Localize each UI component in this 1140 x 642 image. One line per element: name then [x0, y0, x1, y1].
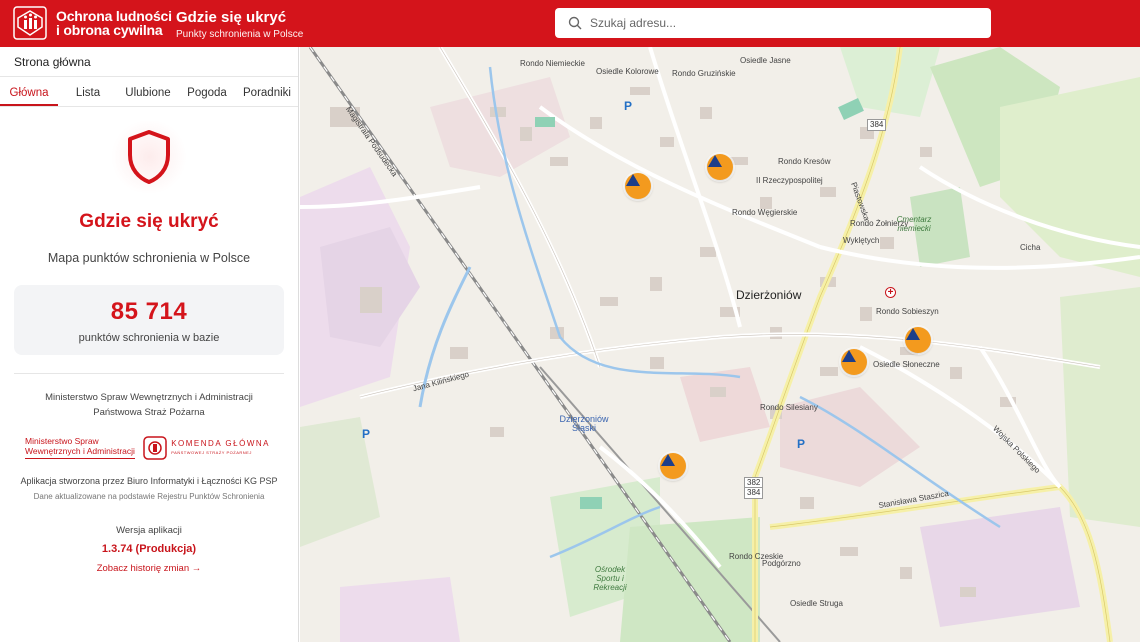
shelter-count-label: punktów schronienia w bazie: [78, 332, 220, 344]
version-label: Wersja aplikacji: [116, 525, 182, 536]
tab-ulubione[interactable]: Ulubione: [118, 77, 178, 106]
map-label: Rondo Gruzińskie: [672, 69, 736, 78]
divider: [14, 373, 284, 374]
station-label: Dzierżoniów Śląski: [559, 414, 609, 433]
hero-title: Gdzie się ukryć: [79, 211, 219, 232]
app-title-text: Gdzie się ukryć: [176, 9, 287, 26]
mswia-logo[interactable]: Ministerstwo Spraw Wewnętrznych i Admini…: [25, 436, 135, 459]
mswia-logo-line-2: Wewnętrznych i Administracji: [25, 445, 135, 456]
data-note: Dane aktualizowane na podstawie Rejestru…: [33, 492, 265, 501]
change-history-link[interactable]: Zobacz historię zmian →: [0, 563, 298, 574]
map-label: Wyklętych: [843, 236, 880, 245]
search-box: [555, 8, 991, 38]
map-label: Osiedle Kolorowe: [596, 67, 659, 76]
parking-icon: P: [362, 427, 371, 441]
hero-section: Gdzie się ukryć Mapa punktów schronienia…: [0, 121, 298, 265]
city-label: Dzierżoniów: [736, 288, 802, 302]
map-label: Ośrodek Sportu i Rekreacji: [593, 565, 627, 592]
app-subtitle-text: Punkty schronienia w Polsce: [176, 29, 304, 40]
shelter-marker[interactable]: [625, 173, 651, 199]
shelter-map[interactable]: Rondo Niemieckie Osiedle Kolorowe Rondo …: [300, 47, 1140, 642]
tab-glowna[interactable]: Główna: [0, 77, 58, 106]
brand-name[interactable]: Ochrona ludności i obrona cywilna: [56, 9, 172, 37]
kg-psp-emblem-icon: [143, 436, 167, 460]
map-label: Cmentarz niemiecki: [896, 215, 932, 233]
map-label: II Rzeczypospolitej: [756, 176, 823, 185]
tab-lista[interactable]: Lista: [58, 77, 118, 106]
map-label: Rondo Kresów: [778, 157, 831, 166]
app: Ochrona ludności i obrona cywilna Gdzie …: [0, 0, 1140, 642]
shelter-marker[interactable]: [905, 327, 931, 353]
shelter-marker[interactable]: [707, 154, 733, 180]
hero-subtitle: Mapa punktów schronienia w Polsce: [47, 251, 251, 265]
shelter-count-card: 85 714 punktów schronienia w bazie: [14, 285, 284, 355]
tab-pogoda[interactable]: Pogoda: [178, 77, 236, 106]
tab-bar: Główna Lista Ulubione Pogoda Poradniki: [0, 77, 298, 107]
map-label: Osiedle Słoneczne: [873, 360, 940, 369]
map-label: Rondo Silesiany: [760, 403, 818, 412]
map-label: Rondo Węgierskie: [732, 208, 798, 217]
brand-line-2: i obrona cywilna: [56, 22, 163, 38]
org-line-1: Ministerstwo Spraw Wewnętrznych i Admini…: [45, 392, 253, 403]
tab-poradniki[interactable]: Poradniki: [236, 77, 298, 106]
shelter-triangle-icon: [626, 174, 640, 186]
kg-logo-subtext: PAŃSTWOWEJ STRAŻY POŻARNEJ: [171, 450, 252, 455]
hospital-icon: +: [885, 287, 896, 298]
breadcrumb[interactable]: Strona główna: [0, 47, 298, 77]
shelter-triangle-icon: [906, 328, 920, 340]
shelter-marker[interactable]: [660, 453, 686, 479]
map-label: Podgórzno: [762, 559, 801, 568]
kg-psp-logo[interactable]: KOMENDA GŁÓWNA PAŃSTWOWEJ STRAŻY POŻARNE…: [143, 436, 270, 460]
road-number-sign: 384: [744, 487, 764, 499]
map-label: Osiedle Jasne: [740, 56, 791, 65]
app-title: Gdzie się ukryć Punkty schronienia w Pol…: [176, 9, 303, 42]
search-icon: [560, 8, 590, 38]
civil-defense-logo-icon[interactable]: [12, 5, 48, 41]
sidebar: Strona główna Główna Lista Ulubione Pogo…: [0, 47, 299, 642]
shield-icon: [109, 121, 189, 193]
shelter-triangle-icon: [842, 350, 856, 362]
version-value: 1.3.74 (Produkcja): [101, 543, 197, 555]
search-input[interactable]: [590, 16, 970, 30]
app-header: Ochrona ludności i obrona cywilna Gdzie …: [0, 0, 1140, 47]
map-tiles: [300, 47, 1140, 642]
map-label: Cicha: [1020, 243, 1041, 252]
shelter-triangle-icon: [708, 155, 722, 167]
map-label: Rondo Sobieszyn: [876, 307, 939, 316]
map-label: Osiedle Struga: [790, 599, 843, 608]
organization-info: Ministerstwo Spraw Wewnętrznych i Admini…: [0, 390, 298, 420]
credit-text: Aplikacja stworzona przez Biuro Informat…: [20, 476, 278, 486]
partner-logos: Ministerstwo Spraw Wewnętrznych i Admini…: [25, 434, 270, 462]
kg-logo-text: KOMENDA GŁÓWNA: [171, 439, 270, 448]
parking-icon: P: [624, 99, 633, 113]
map-label: Rondo Niemieckie: [520, 59, 585, 68]
brand-line-1: Ochrona ludności: [56, 8, 172, 24]
road-number-sign: 384: [867, 119, 887, 131]
parking-icon: P: [797, 437, 806, 451]
shelter-marker[interactable]: [841, 349, 867, 375]
shelter-triangle-icon: [661, 454, 675, 466]
org-line-2: Państwowa Straż Pożarna: [93, 407, 205, 418]
shelter-count-value: 85 714: [110, 298, 188, 325]
